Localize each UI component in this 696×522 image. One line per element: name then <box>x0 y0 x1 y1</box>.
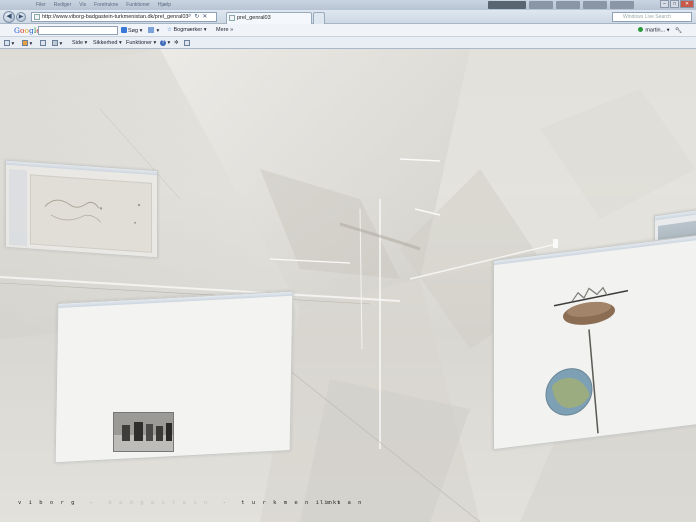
window-controls: – □ ✕ <box>660 0 694 8</box>
command-bar: ▾ ▾ ▾ Side ▾ Sikkerhed ▾ Funktioner ▾ ? … <box>0 37 696 49</box>
bookmarks-button[interactable]: ☆ Bogmærker ▾ <box>167 27 207 33</box>
tab-favicon-icon <box>229 15 235 21</box>
stop-icon[interactable]: ✕ <box>202 13 207 20</box>
menu-favorites[interactable]: Foretrukne <box>94 2 118 8</box>
search-icon[interactable]: ⌕ <box>188 13 191 20</box>
nav-link-turkmenistan[interactable]: t u r k m e n i s t a n <box>241 500 363 506</box>
navigation-bar: ◀ ▶ http://www.viborg-badgastein-turkmen… <box>0 10 696 24</box>
sculpture-image[interactable] <box>494 235 696 451</box>
nav-link-viborg[interactable]: v i b o r g <box>18 500 76 506</box>
page-viewport: v i b o r g - b a d g a s t e i n - t u … <box>0 49 696 522</box>
close-icon[interactable]: ✕ <box>680 0 694 8</box>
tab-active[interactable]: prel_genral03 <box>226 12 312 24</box>
new-tab-button[interactable] <box>313 12 325 24</box>
nav-separator: - <box>222 500 228 506</box>
site-navigation: v i b o r g - b a d g a s t e i n - t u … <box>18 500 371 506</box>
menu-edit[interactable]: Rediger <box>54 2 72 8</box>
floating-window-sculpture[interactable] <box>493 233 696 451</box>
menu-bar: Filer Rediger Vis Foretrukne Funktioner … <box>36 2 171 8</box>
tab-label: prel_genral03 <box>237 15 271 21</box>
floating-window-photo[interactable] <box>54 290 294 464</box>
menu-tools[interactable]: Funktioner <box>126 2 150 8</box>
nav-separator: - <box>89 500 96 506</box>
messenger-icon[interactable] <box>184 40 190 47</box>
refresh-icon[interactable]: ↻ <box>194 13 199 20</box>
menu-help[interactable]: Hjælp <box>158 2 171 8</box>
maximize-icon[interactable]: □ <box>670 0 679 8</box>
feed-icon[interactable]: ▾ <box>22 40 32 47</box>
mail-icon[interactable] <box>40 40 46 47</box>
page-favicon-icon <box>34 14 40 20</box>
home-icon[interactable]: ▾ <box>4 40 14 47</box>
address-text: http://www.viborg-badgastein-turkmenista… <box>42 14 189 20</box>
google-search-icon <box>121 27 127 33</box>
drawing-thumbnail[interactable] <box>30 174 152 253</box>
more-button[interactable]: Mere » <box>216 27 233 33</box>
title-bar: Filer Rediger Vis Foretrukne Funktioner … <box>0 0 696 10</box>
page-menu-button[interactable]: Side ▾ <box>72 40 87 46</box>
print-icon[interactable]: ▾ <box>52 40 62 47</box>
google-user[interactable]: martin... ▾ 🔧︎ <box>638 27 682 34</box>
safety-menu-button[interactable]: Sikkerhed ▾ <box>93 40 122 46</box>
forward-arrow-icon[interactable]: ▶ <box>16 12 26 22</box>
menu-file[interactable]: Filer <box>36 2 46 8</box>
google-search-input[interactable] <box>38 26 118 35</box>
wrench-icon[interactable]: 🔧︎ <box>675 28 682 34</box>
address-actions: ⌕ ↻ ✕ <box>188 13 207 20</box>
google-search-button[interactable]: Søg ▾ <box>121 27 142 34</box>
group-photo-thumbnail[interactable] <box>113 412 174 452</box>
google-tools-button[interactable]: ▾ <box>148 27 159 34</box>
taskbar-chip[interactable] <box>556 1 580 9</box>
drawing-image <box>44 199 141 224</box>
menu-view[interactable]: Vis <box>79 2 86 8</box>
taskbar-chip[interactable] <box>529 1 553 9</box>
floating-window-drawings[interactable] <box>5 159 158 259</box>
research-icon[interactable]: ✲ <box>174 40 179 46</box>
window-sidebar <box>9 168 27 247</box>
tools-menu-button[interactable]: Funktioner ▾ <box>126 40 156 46</box>
star-icon: ☆ <box>167 27 172 33</box>
back-arrow-icon[interactable]: ◀ <box>3 11 15 23</box>
nav-link-badgastein[interactable]: b a d g a s t e i n <box>108 500 209 506</box>
status-dot-icon <box>638 27 644 32</box>
live-search-input[interactable]: Windows Live Search <box>612 12 692 22</box>
group-photo-image <box>114 413 173 451</box>
taskbar-chip[interactable] <box>488 1 526 9</box>
minimize-icon[interactable]: – <box>660 0 669 8</box>
taskbar-chips <box>488 1 634 9</box>
nav-link-links[interactable]: links <box>320 500 342 506</box>
google-toolbar: Google Søg ▾ ▾ ☆ Bogmærker ▾ Mere » mart… <box>0 24 696 37</box>
help-icon[interactable]: ? ▾ <box>160 40 170 46</box>
google-logo: Google <box>14 26 41 35</box>
taskbar-chip[interactable] <box>610 1 634 9</box>
taskbar-chip[interactable] <box>583 1 607 9</box>
puzzle-icon <box>148 27 154 33</box>
